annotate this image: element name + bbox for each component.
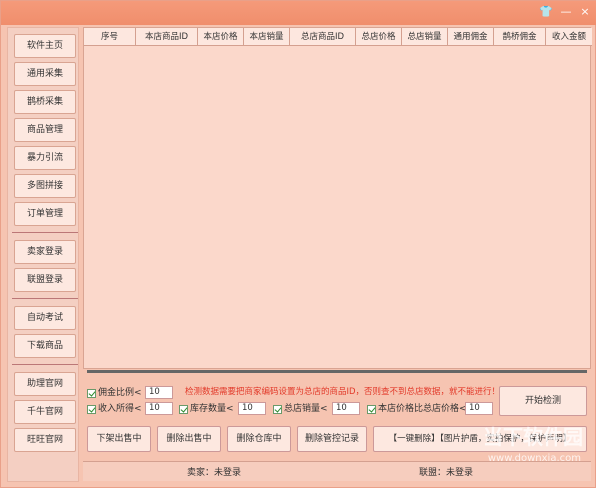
watermark-brand: 当下软件园 — [483, 425, 583, 449]
income-option[interactable]: 收入所得< — [87, 402, 142, 416]
delete-sold-button[interactable]: 删除出售中 — [157, 426, 221, 452]
sidebar-item-queqiao-collect[interactable]: 鹊桥采集 — [14, 90, 76, 114]
price-ratio-label: 本店价格比总店价格< — [378, 404, 467, 414]
checkbox[interactable] — [179, 404, 188, 414]
sidebar-item-general-collect[interactable]: 通用采集 — [14, 62, 76, 86]
total-sales-option[interactable]: 总店销量< — [273, 402, 328, 416]
notice-text: 检测数据需要把商家编码设置为总店的商品ID，否则查不到总店数据，就不能进行！ — [185, 387, 501, 397]
sidebar-divider — [12, 232, 78, 233]
checkbox[interactable] — [367, 404, 376, 414]
stock-label: 库存数量< — [190, 404, 234, 414]
checkbox[interactable] — [87, 388, 96, 398]
price-ratio-option[interactable]: 本店价格比总店价格< — [367, 402, 467, 416]
sidebar-item-image-merge[interactable]: 多图拼接 — [14, 174, 76, 198]
column-header[interactable]: 总店销量 — [402, 28, 448, 46]
sidebar-item-download[interactable]: 下载商品 — [14, 334, 76, 358]
column-header[interactable]: 本店价格 — [198, 28, 244, 46]
status-bar: 卖家：未登录 联盟：未登录 — [83, 461, 591, 481]
sidebar: 软件主页 通用采集 鹊桥采集 商品管理 暴力引流 多图拼接 订单管理 卖家登录 … — [7, 27, 79, 482]
column-header[interactable]: 鹊桥佣金 — [494, 28, 546, 46]
sidebar-divider — [12, 364, 78, 365]
income-label: 收入所得< — [98, 404, 142, 414]
seller-status: 卖家：未登录 — [187, 468, 242, 478]
delete-control-button[interactable]: 删除管控记录 — [297, 426, 367, 452]
offline-sold-button[interactable]: 下架出售中 — [87, 426, 151, 452]
sidebar-item-seller-login[interactable]: 卖家登录 — [14, 240, 76, 264]
shirt-icon[interactable]: 👕 — [537, 4, 555, 20]
column-header[interactable]: 通用佣金 — [448, 28, 494, 46]
checkbox[interactable] — [273, 404, 282, 414]
sidebar-item-product-manage[interactable]: 商品管理 — [14, 118, 76, 142]
delete-warehouse-button[interactable]: 删除仓库中 — [227, 426, 291, 452]
column-header[interactable]: 本店商品ID — [136, 28, 198, 46]
checkbox[interactable] — [87, 404, 96, 414]
title-bar: 👕 — × — [1, 1, 596, 25]
close-icon[interactable]: × — [576, 4, 594, 20]
column-header[interactable]: 总店价格 — [356, 28, 402, 46]
column-header[interactable]: 本店销量 — [244, 28, 290, 46]
app-window: 👕 — × 软件主页 通用采集 鹊桥采集 商品管理 暴力引流 多图拼接 订单管理… — [0, 0, 596, 488]
column-header[interactable]: 序号 — [84, 28, 136, 46]
start-check-button[interactable]: 开始检测 — [499, 386, 587, 416]
sidebar-item-qianniu-site[interactable]: 千牛官网 — [14, 400, 76, 424]
price-ratio-input[interactable]: 10 — [465, 402, 493, 415]
commission-option[interactable]: 佣金比例< — [87, 386, 142, 400]
commission-label: 佣金比例< — [98, 388, 142, 398]
data-table[interactable]: 序号 本店商品ID 本店价格 本店销量 总店商品ID 总店价格 总店销量 通用佣… — [83, 27, 592, 369]
sidebar-item-home[interactable]: 软件主页 — [14, 34, 76, 58]
stock-option[interactable]: 库存数量< — [179, 402, 234, 416]
alliance-status: 联盟：未登录 — [419, 468, 474, 478]
commission-input[interactable]: 10 — [145, 386, 173, 399]
sidebar-divider — [12, 298, 78, 299]
sidebar-item-traffic[interactable]: 暴力引流 — [14, 146, 76, 170]
minimize-icon[interactable]: — — [557, 4, 575, 20]
total-sales-label: 总店销量< — [284, 404, 328, 414]
column-header[interactable]: 总店商品ID — [290, 28, 356, 46]
table-header: 序号 本店商品ID 本店价格 本店销量 总店商品ID 总店价格 总店销量 通用佣… — [84, 28, 592, 46]
horizontal-scrollbar[interactable] — [87, 370, 587, 373]
sidebar-item-auto-exam[interactable]: 自动考试 — [14, 306, 76, 330]
stock-input[interactable]: 10 — [238, 402, 266, 415]
scrollbar-thumb[interactable] — [87, 370, 587, 373]
sidebar-item-alliance-login[interactable]: 联盟登录 — [14, 268, 76, 292]
watermark-url: www.downxia.com — [487, 453, 581, 464]
sidebar-item-assistant-site[interactable]: 助理官网 — [14, 372, 76, 396]
column-header[interactable]: 收入金额 — [546, 28, 592, 46]
sidebar-item-wangwang-site[interactable]: 旺旺官网 — [14, 428, 76, 452]
income-input[interactable]: 10 — [145, 402, 173, 415]
total-sales-input[interactable]: 10 — [332, 402, 360, 415]
sidebar-item-orders[interactable]: 订单管理 — [14, 202, 76, 226]
